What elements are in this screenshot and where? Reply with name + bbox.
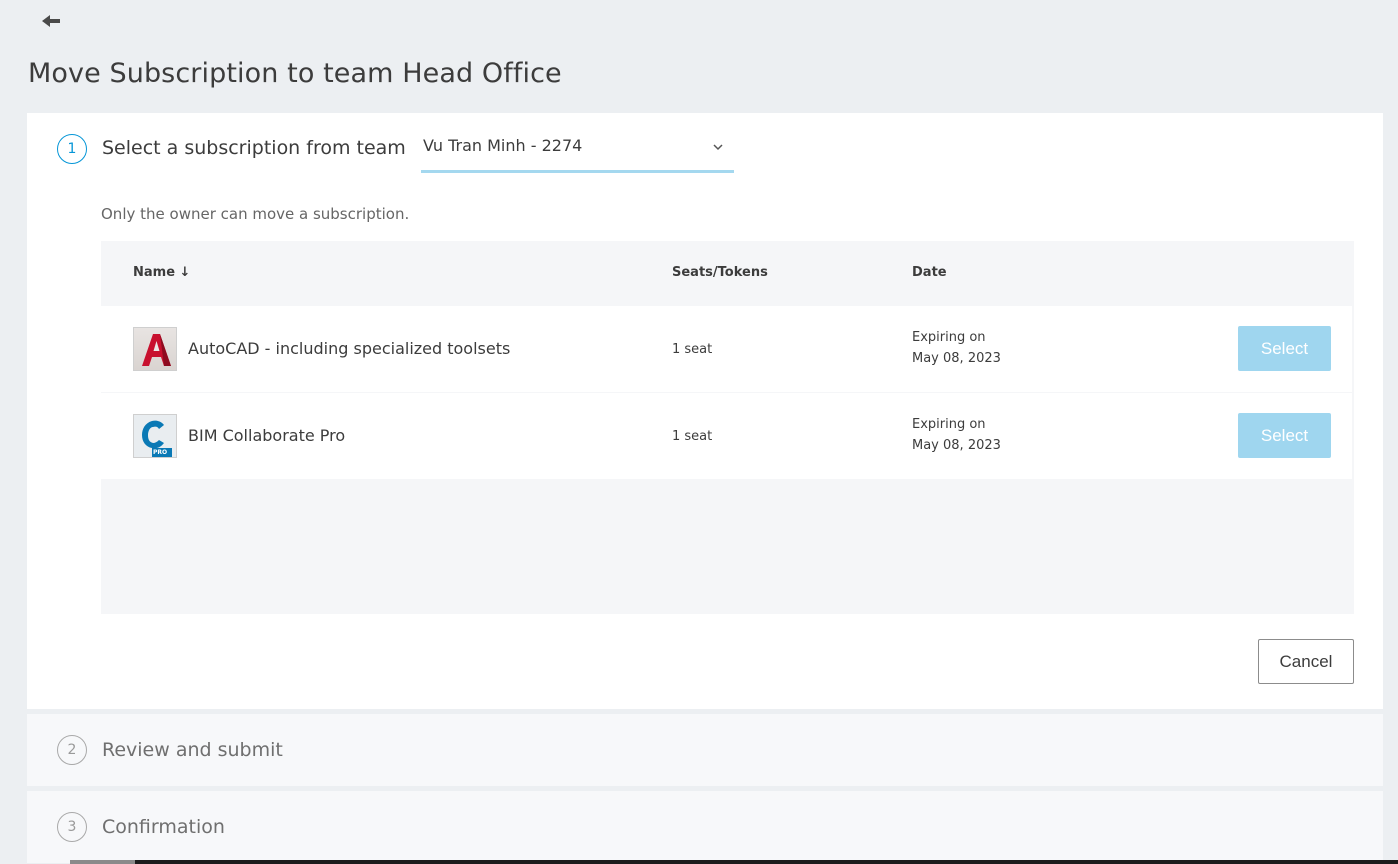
column-header-name[interactable]: Name ↓ [133, 265, 190, 280]
column-header-seats: Seats/Tokens [672, 265, 768, 280]
step-2-number: 2 [57, 735, 87, 765]
date-value: May 08, 2023 [912, 438, 1001, 453]
pro-badge: PRO [153, 449, 168, 456]
step-1-number: 1 [57, 134, 87, 164]
product-name: BIM Collaborate Pro [188, 426, 346, 445]
seats-value: 1 seat [672, 342, 713, 357]
cancel-button[interactable]: Cancel [1258, 639, 1354, 684]
table-row: AutoCAD - including specialized toolsets… [101, 306, 1352, 392]
select-button[interactable]: Select [1238, 326, 1331, 371]
arrow-left-icon [42, 15, 60, 27]
page: Move Subscription to team Head Office 1 … [0, 0, 1398, 864]
select-button[interactable]: Select [1238, 413, 1331, 458]
back-button[interactable] [38, 10, 64, 32]
subscriptions-table: Name ↓ Seats/Tokens Date AutoCAD - inclu… [101, 241, 1354, 614]
seats-value: 1 seat [672, 429, 713, 444]
bottom-scrollbar-thumb[interactable] [70, 860, 135, 864]
autocad-product-icon [133, 327, 177, 371]
step-3-panel[interactable]: 3 Confirmation [27, 791, 1383, 863]
date-value: May 08, 2023 [912, 351, 1001, 366]
step-1-panel: 1 Select a subscription from team Vu Tra… [27, 113, 1383, 709]
team-select[interactable]: Vu Tran Minh - 2274 [421, 133, 734, 173]
step-2-label: Review and submit [102, 739, 283, 761]
date-label: Expiring on [912, 330, 986, 345]
product-name: AutoCAD - including specialized toolsets [188, 339, 511, 358]
bim-collaborate-pro-product-icon: PRO [133, 414, 177, 458]
step-3-number: 3 [57, 812, 87, 842]
column-header-date: Date [912, 265, 947, 280]
chevron-down-icon [713, 144, 723, 151]
owner-note: Only the owner can move a subscription. [101, 205, 410, 223]
team-select-value: Vu Tran Minh - 2274 [423, 136, 583, 155]
page-title: Move Subscription to team Head Office [28, 58, 562, 89]
table-row: PRO BIM Collaborate Pro 1 seat Expiring … [101, 393, 1352, 479]
step-3-label: Confirmation [102, 816, 225, 838]
step-2-panel[interactable]: 2 Review and submit [27, 714, 1383, 786]
bottom-scrollbar-track [70, 860, 1398, 864]
date-label: Expiring on [912, 417, 986, 432]
step-1-label: Select a subscription from team [102, 137, 406, 159]
